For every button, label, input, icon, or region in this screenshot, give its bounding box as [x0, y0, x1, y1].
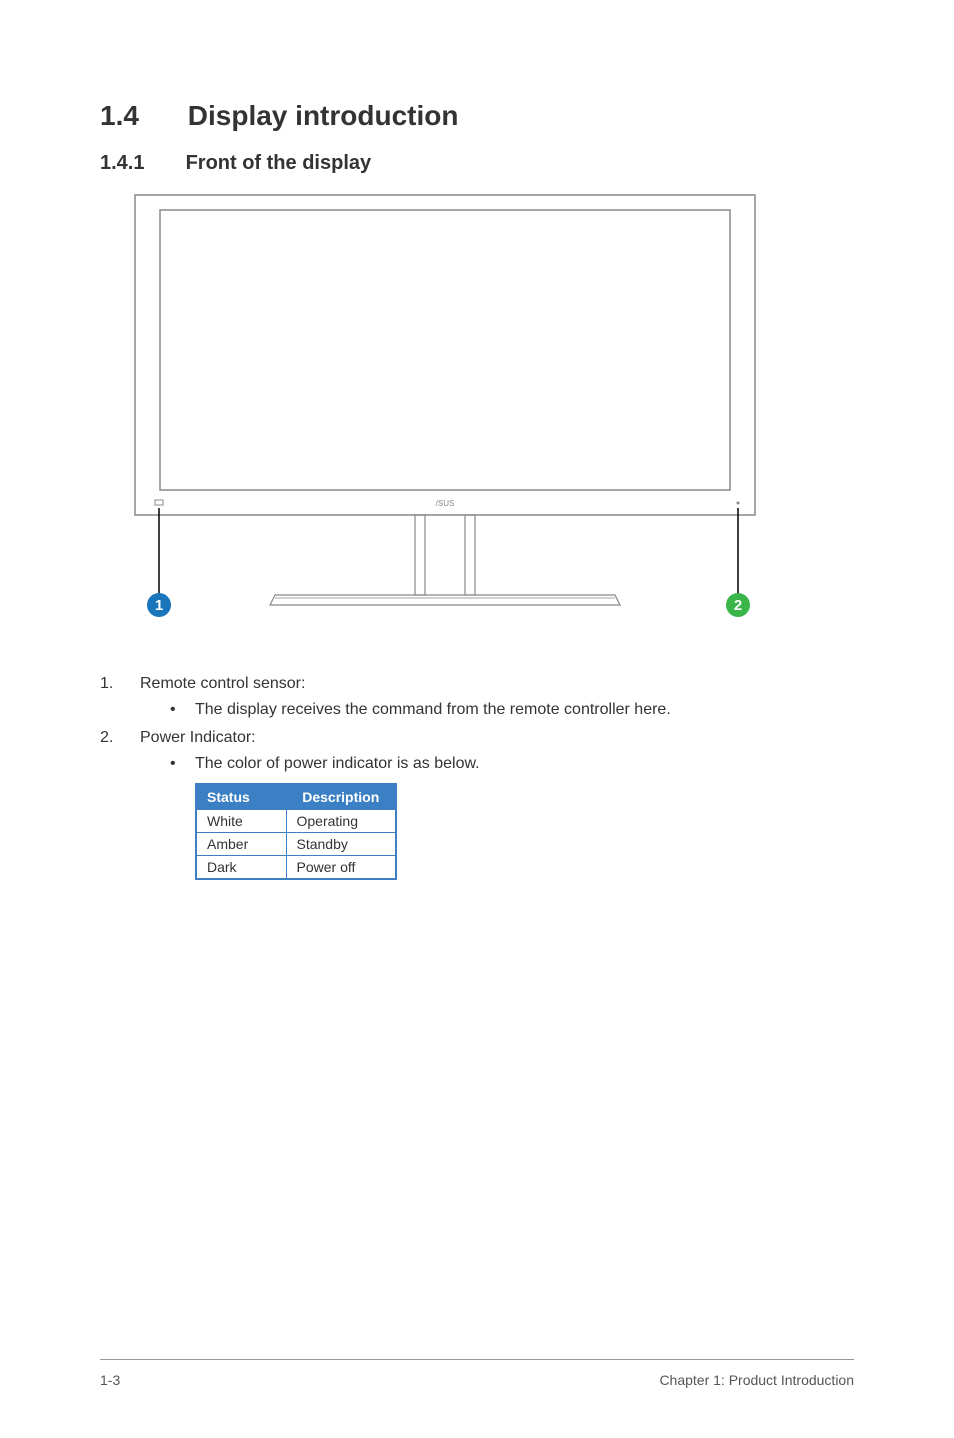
subsection-number: 1.4.1: [100, 152, 180, 175]
table-cell: Standby: [286, 833, 396, 856]
page-number: 1-3: [100, 1372, 120, 1388]
chapter-label: Chapter 1: Product Introduction: [659, 1372, 854, 1388]
description-list: 1. Remote control sensor: • The display …: [100, 675, 854, 773]
list-item-2: 2. Power Indicator: • The color of power…: [100, 729, 854, 773]
table-cell: White: [196, 810, 286, 833]
table-row: Amber Standby: [196, 833, 396, 856]
figure-monitor-front: /SUS 1 2: [130, 190, 854, 635]
list-item-1: 1. Remote control sensor: • The display …: [100, 675, 854, 719]
table-header-status: Status: [196, 784, 286, 810]
subsection-heading: 1.4.1 Front of the display: [100, 152, 854, 175]
section-heading: 1.4 Display introduction: [100, 100, 854, 132]
status-table: Status Description White Operating Amber…: [195, 783, 397, 880]
item-number: 1.: [100, 675, 140, 719]
item-label: Power Indicator:: [140, 729, 854, 747]
callout-2-label: 2: [734, 597, 742, 614]
page-footer: 1-3 Chapter 1: Product Introduction: [100, 1359, 854, 1388]
bullet-text: The display receives the command from th…: [195, 701, 671, 719]
table-row: White Operating: [196, 810, 396, 833]
table-row: Dark Power off: [196, 856, 396, 880]
item-number: 2.: [100, 729, 140, 773]
monitor-diagram: /SUS 1 2: [130, 190, 760, 630]
section-title: Display introduction: [188, 100, 459, 131]
callout-1-label: 1: [155, 597, 163, 614]
table-cell: Dark: [196, 856, 286, 880]
subsection-title: Front of the display: [186, 152, 372, 174]
bullet-text: The color of power indicator is as below…: [195, 755, 480, 773]
bullet-item: • The display receives the command from …: [170, 701, 854, 719]
bullet-marker: •: [170, 755, 195, 773]
table-cell: Power off: [286, 856, 396, 880]
svg-text:/SUS: /SUS: [436, 499, 455, 508]
bullet-marker: •: [170, 701, 195, 719]
table-header-description: Description: [286, 784, 396, 810]
table-cell: Amber: [196, 833, 286, 856]
section-number: 1.4: [100, 100, 180, 132]
item-label: Remote control sensor:: [140, 675, 854, 693]
bullet-item: • The color of power indicator is as bel…: [170, 755, 854, 773]
table-cell: Operating: [286, 810, 396, 833]
